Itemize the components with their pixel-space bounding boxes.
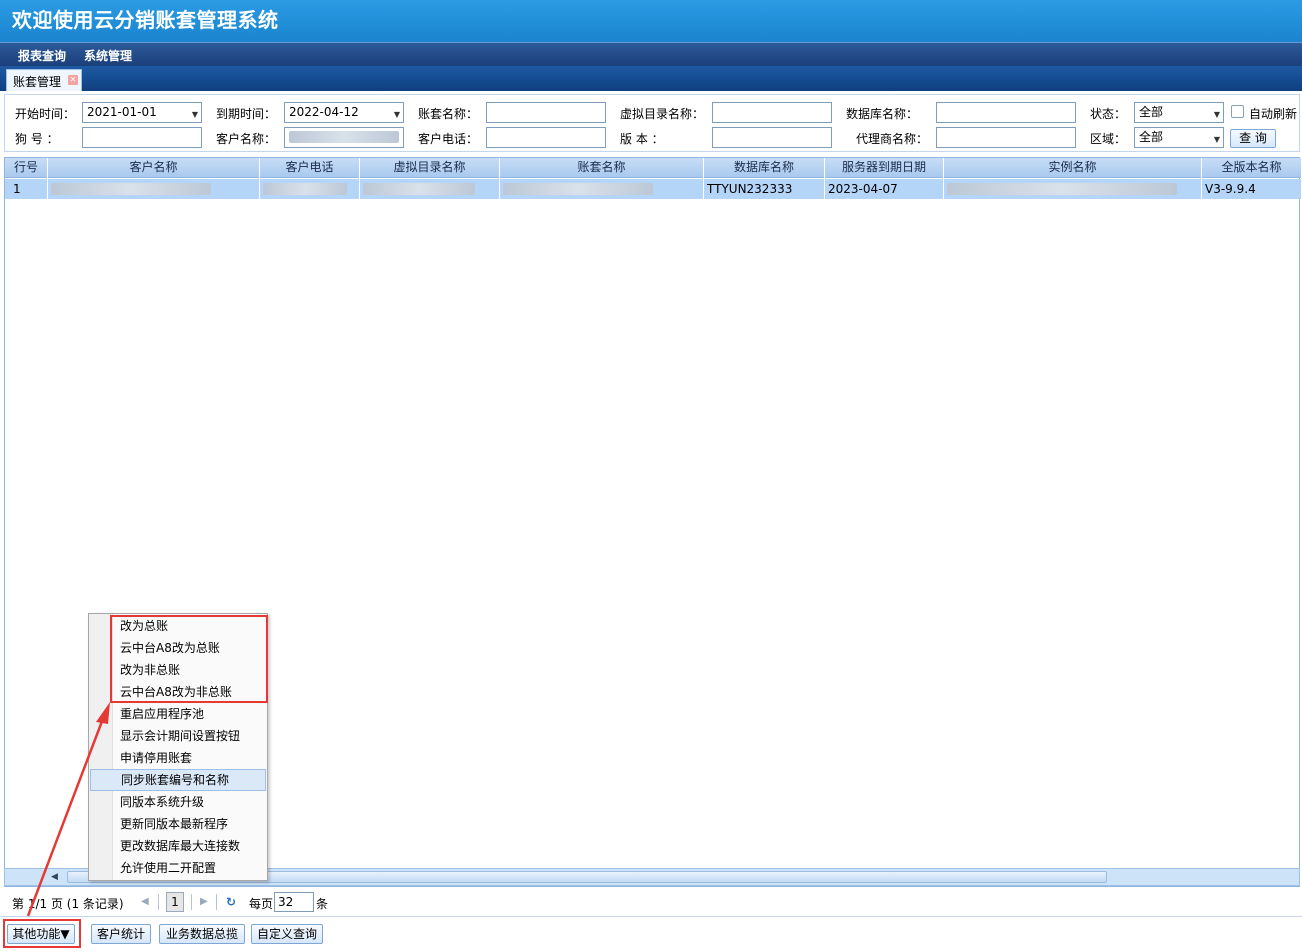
redacted-text bbox=[503, 183, 653, 195]
table-row[interactable]: 1 TTYUN232333 2023-04-07 V3-9.9.4 bbox=[5, 179, 1301, 199]
account-name-label: 账套名称： bbox=[418, 107, 479, 121]
menu-item-update-latest-program[interactable]: 更新同版本最新程序 bbox=[90, 813, 266, 835]
status-select[interactable]: 全部 ▼ bbox=[1134, 102, 1224, 123]
tab-label: 账套管理 bbox=[13, 75, 62, 89]
agent-name-label: 代理商名称： bbox=[856, 132, 929, 146]
menu-item-same-version-upgrade[interactable]: 同版本系统升级 bbox=[90, 791, 266, 813]
virtual-dir-label: 虚拟目录名称： bbox=[620, 107, 705, 121]
customer-name-label: 客户名称： bbox=[216, 132, 277, 146]
col-customer-name[interactable]: 客户名称 bbox=[48, 158, 260, 178]
cell-row-no: 1 bbox=[5, 179, 48, 199]
per-page-input[interactable]: 32 bbox=[274, 892, 314, 912]
app-window: 欢迎使用云分销账套管理系统 报表查询 系统管理 账套管理 ✕ 开始时间： 202… bbox=[0, 0, 1302, 952]
pager-separator bbox=[158, 894, 159, 910]
per-page-unit: 条 bbox=[316, 897, 329, 911]
redacted-text bbox=[289, 131, 399, 143]
start-time-field[interactable]: 2021-01-01 ▼ bbox=[82, 102, 202, 123]
redacted-text bbox=[363, 183, 475, 195]
region-label: 区域： bbox=[1090, 132, 1127, 146]
refresh-icon[interactable]: ↻ bbox=[226, 895, 236, 909]
redacted-text bbox=[947, 183, 1177, 195]
start-time-value: 2021-01-01 bbox=[87, 105, 157, 119]
cell-full-version: V3-9.9.4 bbox=[1205, 182, 1256, 196]
next-page-icon[interactable]: ▶ bbox=[200, 896, 208, 907]
database-name-input[interactable] bbox=[936, 102, 1076, 123]
redacted-text bbox=[51, 183, 211, 195]
current-page-box[interactable]: 1 bbox=[166, 892, 184, 912]
col-instance-name[interactable]: 实例名称 bbox=[944, 158, 1202, 178]
annotation-box-menu bbox=[110, 615, 268, 703]
menu-system-management[interactable]: 系统管理 bbox=[84, 47, 132, 64]
business-overview-button[interactable]: 业务数据总揽 bbox=[159, 924, 245, 944]
query-button[interactable]: 查 询 bbox=[1230, 129, 1276, 148]
filter-panel: 开始时间： 2021-01-01 ▼ 到期时间： 2022-04-12 ▼ 账套… bbox=[4, 94, 1300, 152]
cell-server-expire: 2023-04-07 bbox=[825, 179, 944, 199]
auto-refresh-label: 自动刷新 bbox=[1249, 107, 1298, 121]
tab-account-management[interactable]: 账套管理 ✕ bbox=[6, 69, 82, 91]
redacted-text bbox=[263, 183, 347, 195]
col-virtual-dir[interactable]: 虚拟目录名称 bbox=[360, 158, 500, 178]
menu-item-sync-account-code[interactable]: 同步账套编号和名称 bbox=[90, 769, 266, 791]
customer-name-input[interactable] bbox=[284, 127, 404, 148]
close-icon[interactable]: ✕ bbox=[68, 75, 78, 85]
dog-number-input[interactable] bbox=[82, 127, 202, 148]
agent-name-input[interactable] bbox=[936, 127, 1076, 148]
annotation-box-button bbox=[3, 919, 81, 948]
app-header: 欢迎使用云分销账套管理系统 bbox=[0, 0, 1302, 42]
first-page-icon[interactable]: ◀ bbox=[141, 896, 149, 907]
virtual-dir-input[interactable] bbox=[712, 102, 832, 123]
menu-report-query[interactable]: 报表查询 bbox=[18, 47, 66, 64]
end-time-field[interactable]: 2022-04-12 ▼ bbox=[284, 102, 404, 123]
version-input[interactable] bbox=[712, 127, 832, 148]
scroll-left-icon[interactable]: ◀ bbox=[51, 872, 58, 882]
auto-refresh-checkbox[interactable] bbox=[1231, 105, 1244, 118]
account-name-input[interactable] bbox=[486, 102, 606, 123]
menu-item-request-disable-account[interactable]: 申请停用账套 bbox=[90, 747, 266, 769]
customer-phone-label: 客户电话： bbox=[418, 132, 479, 146]
custom-query-button[interactable]: 自定义查询 bbox=[251, 924, 323, 944]
end-time-label: 到期时间： bbox=[216, 107, 277, 121]
col-full-version[interactable]: 全版本名称 bbox=[1202, 158, 1301, 178]
pager-separator bbox=[191, 894, 192, 910]
dog-number-label: 狗 号 ： bbox=[15, 132, 59, 146]
col-account-name[interactable]: 账套名称 bbox=[500, 158, 704, 178]
col-database-name[interactable]: 数据库名称 bbox=[704, 158, 825, 178]
tab-strip: 账套管理 ✕ bbox=[0, 66, 1302, 91]
customer-stats-button[interactable]: 客户统计 bbox=[91, 924, 151, 944]
menu-item-change-max-connections[interactable]: 更改数据库最大连接数 bbox=[90, 835, 266, 857]
per-page-label: 每页 bbox=[249, 897, 274, 911]
start-time-label: 开始时间： bbox=[15, 107, 76, 121]
chevron-down-icon: ▼ bbox=[393, 110, 400, 119]
app-title: 欢迎使用云分销账套管理系统 bbox=[12, 8, 279, 32]
menu-item-allow-custom-config[interactable]: 允许使用二开配置 bbox=[90, 857, 266, 879]
col-server-expire[interactable]: 服务器到期日期 bbox=[825, 158, 944, 178]
menu-item-restart-app-pool[interactable]: 重启应用程序池 bbox=[90, 703, 266, 725]
chevron-down-icon: ▼ bbox=[1213, 135, 1220, 144]
cell-virtual-dir bbox=[360, 179, 500, 199]
chevron-down-icon: ▼ bbox=[1213, 110, 1220, 119]
cell-database-name: TTYUN232333 bbox=[704, 179, 825, 199]
pager-separator bbox=[216, 894, 217, 910]
region-select[interactable]: 全部 ▼ bbox=[1134, 127, 1224, 148]
customer-phone-input[interactable] bbox=[486, 127, 606, 148]
database-name-label: 数据库名称： bbox=[846, 107, 919, 121]
page-info: 第 1/1 页 (1 条记录) bbox=[12, 897, 124, 911]
bottom-toolbar: 其他功能▼ 客户统计 业务数据总揽 自定义查询 bbox=[0, 916, 1302, 952]
end-time-value: 2022-04-12 bbox=[289, 105, 359, 119]
col-customer-phone[interactable]: 客户电话 bbox=[260, 158, 360, 178]
chevron-down-icon: ▼ bbox=[191, 110, 198, 119]
menu-item-show-period-button[interactable]: 显示会计期间设置按钮 bbox=[90, 725, 266, 747]
status-label: 状态： bbox=[1090, 107, 1127, 121]
pagination-bar: 第 1/1 页 (1 条记录) ◀ 1 ▶ ↻ 每页 32 条 bbox=[0, 889, 1302, 915]
version-label: 版 本 ： bbox=[620, 132, 664, 146]
cell-customer-phone bbox=[260, 179, 360, 199]
table-header: 行号 客户名称 客户电话 虚拟目录名称 账套名称 数据库名称 服务器到期日期 实… bbox=[5, 158, 1301, 178]
cell-instance-name bbox=[944, 179, 1202, 199]
cell-account-name bbox=[500, 179, 704, 199]
status-value: 全部 bbox=[1139, 105, 1164, 119]
region-value: 全部 bbox=[1139, 130, 1164, 144]
cell-customer-name bbox=[48, 179, 260, 199]
menubar: 报表查询 系统管理 bbox=[0, 42, 1302, 66]
col-row-no[interactable]: 行号 bbox=[5, 158, 48, 178]
